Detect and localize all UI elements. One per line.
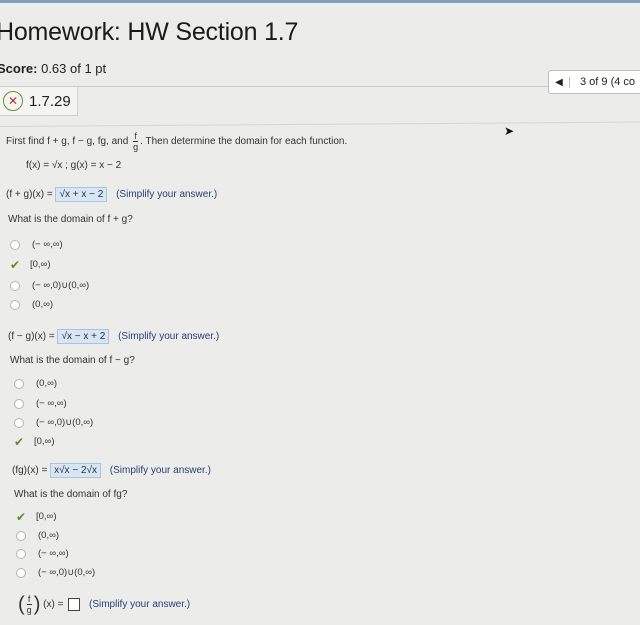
question-number: 1.7.29: [29, 92, 71, 110]
instruction-part-b: . Then determine the domain for each fun…: [140, 136, 348, 148]
option-label: (− ∞,0)∪(0,∞): [36, 417, 94, 428]
difference-label: (f − g)(x) =: [8, 331, 55, 342]
product-hint: (Simplify your answer.): [109, 465, 211, 476]
product-function-row: (fg)(x) = x√x − 2√x (Simplify your answe…: [12, 463, 211, 478]
question-id-tab: ✕ 1.7.29: [0, 86, 78, 116]
quotient-hint: (Simplify your answer.): [88, 599, 191, 611]
difference-hint: (Simplify your answer.): [118, 331, 220, 342]
option-label: (0,∞): [36, 378, 58, 389]
correct-check-icon: ✔: [10, 257, 21, 272]
radio-button[interactable]: [14, 398, 24, 409]
product-option-1[interactable]: ✔ [0,∞): [16, 509, 57, 524]
radio-button[interactable]: [14, 378, 24, 389]
question-navigator[interactable]: ◀ 3 of 9 (4 co: [548, 70, 640, 94]
mouse-pointer-icon: ➤: [504, 124, 515, 138]
correct-check-icon: ✔: [16, 509, 27, 524]
quotient-fraction: fg: [26, 594, 32, 615]
previous-question-icon[interactable]: ◀: [549, 76, 570, 88]
difference-function-row: (f − g)(x) = √x − x + 2 (Simplify your a…: [8, 329, 220, 344]
sum-option-2[interactable]: ✔ [0,∞): [10, 257, 51, 272]
radio-button[interactable]: [10, 239, 20, 250]
correct-check-icon: ✔: [14, 434, 25, 449]
product-domain-question: What is the domain of fg?: [14, 489, 128, 500]
sum-option-4[interactable]: (0,∞): [10, 299, 53, 310]
fraction-denominator: g: [133, 141, 139, 152]
option-label: (− ∞,∞): [36, 398, 67, 409]
option-label: (− ∞,0)∪(0,∞): [32, 280, 90, 291]
difference-option-3[interactable]: (− ∞,0)∪(0,∞): [14, 417, 93, 428]
question-position: 3 of 9 (4 co: [580, 76, 636, 88]
difference-answer-field[interactable]: √x − x + 2: [57, 329, 110, 344]
quotient-numerator: f: [27, 594, 31, 604]
product-option-4[interactable]: (− ∞,0)∪(0,∞): [16, 567, 95, 578]
given-functions: f(x) = √x ; g(x) = x − 2: [26, 160, 122, 171]
problem-instruction: First find f + g, f − g, fg, and fg. The…: [6, 131, 347, 152]
radio-button[interactable]: [14, 417, 24, 428]
quotient-function-row: (f g) (x) = (Simplify your answer.): [18, 594, 190, 615]
quotient-answer-input[interactable]: [68, 598, 81, 611]
option-label: (0,∞): [32, 299, 54, 310]
score-display: Score: 0.63 of 1 pt: [0, 61, 106, 76]
right-paren: ): [33, 593, 41, 616]
option-label: (0,∞): [38, 530, 60, 541]
radio-button[interactable]: [10, 299, 20, 310]
sum-option-3[interactable]: (− ∞,0)∪(0,∞): [10, 280, 89, 291]
difference-option-1[interactable]: (0,∞): [14, 378, 57, 389]
option-label: (− ∞,∞): [32, 239, 63, 250]
option-label: (− ∞,∞): [38, 548, 69, 559]
fraction-numerator: f: [134, 131, 137, 141]
score-label: Score:: [0, 61, 38, 76]
partial-credit-icon: ✕: [3, 91, 23, 111]
sum-hint: (Simplify your answer.): [116, 189, 218, 200]
product-option-3[interactable]: (− ∞,∞): [16, 548, 69, 559]
left-paren: (: [18, 593, 25, 616]
quotient-denominator: g: [26, 604, 32, 615]
difference-option-2[interactable]: (− ∞,∞): [14, 398, 67, 409]
radio-button[interactable]: [16, 530, 26, 541]
option-label: [0,∞): [34, 436, 55, 447]
sum-label: (f + g)(x) =: [6, 189, 53, 200]
sum-domain-question: What is the domain of f + g?: [8, 214, 133, 225]
option-label: (− ∞,0)∪(0,∞): [38, 567, 96, 578]
product-label: (fg)(x) =: [12, 465, 48, 476]
quotient-label: (x) =: [43, 599, 64, 611]
radio-button[interactable]: [16, 548, 26, 559]
radio-button[interactable]: [10, 280, 20, 291]
product-option-2[interactable]: (0,∞): [16, 530, 59, 541]
option-label: [0,∞): [36, 511, 57, 522]
score-value: 0.63 of 1 pt: [41, 61, 107, 76]
question-divider: [0, 121, 640, 127]
header-divider: [0, 86, 640, 87]
option-label: [0,∞): [30, 259, 51, 270]
page-title: Homework: HW Section 1.7: [0, 18, 299, 46]
sum-function-row: (f + g)(x) = √x + x − 2 (Simplify your a…: [6, 187, 218, 202]
radio-button[interactable]: [16, 567, 26, 578]
product-answer-field[interactable]: x√x − 2√x: [50, 463, 101, 478]
top-accent-bar: [0, 0, 640, 3]
f-over-g-fraction: fg: [133, 131, 139, 152]
difference-option-4[interactable]: ✔ [0,∞): [14, 434, 55, 449]
sum-option-1[interactable]: (− ∞,∞): [10, 239, 63, 250]
difference-domain-question: What is the domain of f − g?: [10, 355, 135, 366]
instruction-part-a: First find f + g, f − g, fg, and: [6, 136, 129, 148]
sum-answer-field[interactable]: √x + x − 2: [55, 187, 108, 202]
